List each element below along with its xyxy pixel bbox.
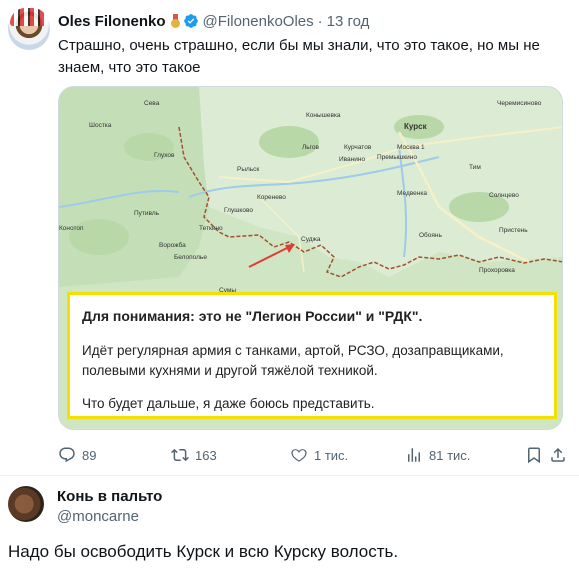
reply-count: 89 <box>82 447 97 463</box>
map-label-medvenka: Медвенка <box>397 190 427 197</box>
map-label-putivl: Путивль <box>134 210 160 217</box>
author-avatar[interactable] <box>8 8 50 50</box>
views-chart-icon <box>408 448 420 462</box>
map-label-cheremisinovo: Черемисиново <box>497 100 542 107</box>
map-label-belopole: Белополье <box>174 254 207 261</box>
verified-badge-icon[interactable] <box>183 13 199 29</box>
reply-tweet[interactable]: Конь в пальто @moncarne Надо бы освободи… <box>0 476 579 568</box>
map-label-moskva: Москва 1 <box>397 144 425 151</box>
share-icon <box>551 447 565 462</box>
map-label-konyshevka: Конышевка <box>306 112 341 119</box>
map-label-glushkovo: Глушково <box>224 207 253 214</box>
tweet-header: Oles Filonenko @FilonenkoOles · 13 год <box>58 11 369 31</box>
map-label-ivanino: Иванино <box>339 156 365 163</box>
share-button[interactable] <box>549 445 573 465</box>
retweet-icon <box>171 448 189 462</box>
retweet-button[interactable]: 163 <box>171 445 217 465</box>
reply-author-handle[interactable]: @moncarne <box>57 508 139 525</box>
medal-icon <box>170 14 180 28</box>
map-label-seva: Сева <box>144 100 160 107</box>
reply-icon <box>59 447 75 463</box>
map-label-kurchatov: Курчатов <box>344 144 372 151</box>
map-label-lgov: Льгов <box>302 144 319 151</box>
like-button[interactable]: 1 тис. <box>290 445 348 465</box>
map-label-kursk: Курск <box>404 122 428 131</box>
map-label-glukhov: Глухов <box>154 152 175 159</box>
views-button[interactable]: 81 тис. <box>405 445 470 465</box>
map-label-vorozhba: Ворожба <box>159 241 186 249</box>
reply-button[interactable]: 89 <box>58 445 96 465</box>
tweet-actions: 89 163 1 тис. 81 тис. <box>58 445 565 465</box>
map-caption-box: Для понимания: это не "Легион России" и … <box>67 292 557 419</box>
author-handle[interactable]: @FilonenkoOles <box>203 13 314 30</box>
map-label-rylsk: Рыльск <box>237 166 259 173</box>
caption-paragraph-1: Идёт регулярная армия с танками, артой, … <box>82 343 504 378</box>
map-label-korenevo: Коренево <box>257 194 286 201</box>
map-label-prokhorovka: Прохоровка <box>479 267 515 274</box>
map-label-tetkino: Теткино <box>199 225 223 232</box>
map-label-tim: Тим <box>469 164 481 171</box>
bookmark-button[interactable] <box>525 445 549 465</box>
reply-author-name[interactable]: Конь в пальто <box>57 488 162 505</box>
separator: · <box>317 12 323 30</box>
author-name[interactable]: Oles Filonenko <box>58 13 166 30</box>
retweet-count: 163 <box>195 447 217 463</box>
map-label-pristen: Пристень <box>499 227 528 234</box>
tweet-media-map[interactable]: Курск Конышевка Льгов Курчатов Иванино П… <box>58 86 563 430</box>
views-count: 81 тис. <box>429 447 471 463</box>
caption-paragraph-2: Что будет дальше, я даже боюсь представи… <box>82 396 375 411</box>
reply-author-avatar[interactable] <box>8 486 44 522</box>
bookmark-icon <box>528 447 540 464</box>
map-label-premyshkino: Премышкино <box>377 154 417 161</box>
map-label-solntsevo: Солнцево <box>489 192 519 199</box>
timestamp[interactable]: 13 год <box>327 13 370 30</box>
tweet[interactable]: Oles Filonenko @FilonenkoOles · 13 год С… <box>0 0 579 475</box>
tweet-text: Страшно, очень страшно, если бы мы знали… <box>58 37 540 76</box>
headdress-decoration <box>10 8 48 26</box>
map-label-sudzha: Суджа <box>301 236 321 243</box>
caption-title: Для понимания: это не "Легион России" и … <box>82 308 423 324</box>
like-count: 1 тис. <box>314 447 349 463</box>
map-label-konotop: Конотоп <box>59 225 84 232</box>
map-label-shostka: Шостка <box>89 122 112 129</box>
map-label-oboyan: Обоянь <box>419 231 443 239</box>
reply-text: Надо бы освободить Курск и всю Курску во… <box>8 542 399 561</box>
heart-icon <box>291 449 307 462</box>
